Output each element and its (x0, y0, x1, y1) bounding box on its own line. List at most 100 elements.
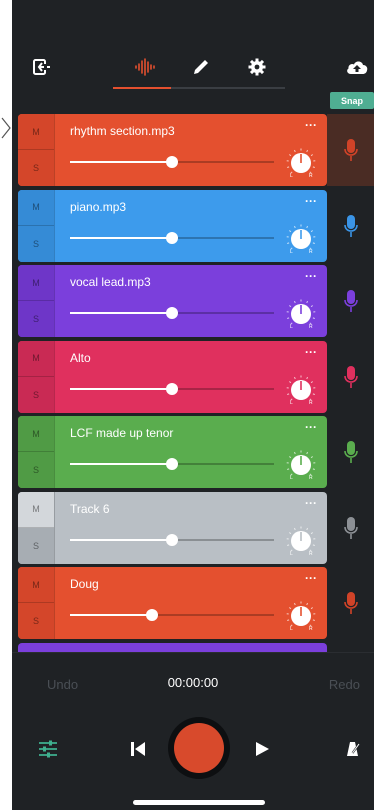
volume-thumb[interactable] (166, 307, 178, 319)
track-row[interactable]: M S Track 6 ··· L R (18, 491, 327, 564)
mute-button[interactable]: M (18, 416, 54, 452)
solo-button[interactable]: S (18, 150, 54, 186)
more-options-icon[interactable]: ··· (305, 118, 317, 132)
svg-text:R: R (309, 475, 313, 480)
pan-knob[interactable]: L R (286, 299, 316, 330)
track-name[interactable]: Alto (70, 351, 91, 365)
volume-fill (70, 614, 152, 616)
solo-button[interactable]: S (18, 603, 54, 639)
svg-text:L: L (290, 324, 293, 329)
track-row[interactable]: M S rhythm section.mp3 ··· L R (18, 114, 327, 186)
track-row[interactable]: M S piano.mp3 ··· L R (18, 189, 327, 262)
pan-knob[interactable]: L R (286, 601, 316, 632)
pan-knob[interactable]: L R (286, 148, 316, 179)
pencil-icon[interactable] (188, 54, 214, 80)
volume-slider[interactable] (70, 231, 274, 244)
more-options-icon[interactable]: ··· (305, 496, 317, 510)
metronome-icon[interactable] (342, 739, 362, 759)
volume-fill (70, 463, 172, 465)
track-row[interactable]: M S vocal lead.mp3 ··· L R (18, 265, 327, 337)
record-arm-mic-icon[interactable] (327, 114, 374, 186)
volume-slider[interactable] (70, 156, 274, 168)
mute-button[interactable]: M (18, 265, 54, 301)
volume-slider[interactable] (70, 307, 274, 319)
volume-thumb[interactable] (166, 533, 178, 546)
mute-button[interactable]: M (18, 340, 54, 377)
solo-button[interactable]: S (18, 377, 54, 413)
volume-thumb[interactable] (166, 156, 178, 168)
mute-solo-group: M S (18, 567, 54, 639)
svg-text:L: L (290, 173, 293, 178)
svg-text:L: L (290, 249, 293, 254)
cloud-upload-icon[interactable] (343, 54, 371, 80)
volume-fill (70, 312, 172, 314)
mute-button[interactable]: M (18, 189, 54, 226)
track-name[interactable]: vocal lead.mp3 (70, 275, 151, 289)
volume-thumb[interactable] (166, 458, 178, 470)
track-row[interactable]: M S Alto ··· L R (18, 340, 327, 413)
time-display: 00:00:00 (167, 675, 219, 690)
exit-icon[interactable] (28, 54, 54, 80)
volume-slider[interactable] (70, 458, 274, 470)
track-name[interactable]: LCF made up tenor (70, 426, 173, 440)
svg-text:R: R (309, 626, 313, 631)
volume-thumb[interactable] (145, 609, 158, 621)
svg-text:L: L (290, 400, 293, 405)
mute-button[interactable]: M (18, 114, 54, 150)
track-name[interactable]: Track 6 (70, 502, 110, 516)
record-arm-mic-icon[interactable] (327, 190, 374, 262)
volume-fill (70, 161, 172, 163)
pan-knob[interactable]: L R (286, 224, 316, 255)
track-name[interactable]: piano.mp3 (70, 200, 126, 214)
more-options-icon[interactable]: ··· (305, 571, 317, 585)
mic-column (327, 112, 374, 652)
solo-button[interactable]: S (18, 452, 54, 488)
redo-button[interactable]: Redo (329, 677, 360, 692)
record-arm-mic-icon[interactable] (327, 416, 374, 488)
record-button[interactable] (168, 717, 230, 779)
more-options-icon[interactable]: ··· (305, 194, 317, 208)
mixer-sliders-icon[interactable] (38, 739, 58, 759)
edge-chevron-icon[interactable] (0, 116, 12, 140)
gear-icon[interactable] (244, 54, 270, 80)
volume-fill (70, 387, 172, 390)
more-options-icon[interactable]: ··· (305, 269, 317, 283)
record-arm-mic-icon[interactable] (327, 341, 374, 413)
snap-toggle[interactable]: Snap (330, 92, 374, 109)
more-options-icon[interactable]: ··· (305, 420, 317, 434)
record-arm-mic-icon[interactable] (327, 265, 374, 337)
play-icon[interactable] (252, 739, 272, 759)
record-arm-mic-icon[interactable] (327, 492, 374, 564)
track-row-partial[interactable] (18, 642, 327, 652)
record-arm-mic-icon[interactable] (327, 567, 374, 639)
track-name[interactable]: rhythm section.mp3 (70, 124, 175, 138)
volume-slider[interactable] (70, 533, 274, 546)
mute-solo-group: M S (18, 340, 54, 413)
volume-slider[interactable] (70, 609, 274, 621)
track-list: M S rhythm section.mp3 ··· L R M S piano… (12, 112, 374, 652)
track-row[interactable]: M S Doug ··· L R (18, 567, 327, 639)
svg-text:L: L (290, 626, 293, 631)
more-options-icon[interactable]: ··· (305, 345, 317, 359)
volume-slider[interactable] (70, 382, 274, 395)
divider (54, 491, 55, 564)
volume-thumb[interactable] (166, 231, 178, 244)
waveform-icon[interactable] (132, 54, 158, 80)
pan-knob[interactable]: L R (286, 526, 316, 557)
mute-button[interactable]: M (18, 491, 54, 528)
solo-button[interactable]: S (18, 301, 54, 337)
track-row[interactable]: M S LCF made up tenor ··· L R (18, 416, 327, 488)
divider (54, 340, 55, 413)
divider (54, 567, 55, 639)
mute-button[interactable]: M (18, 567, 54, 603)
solo-button[interactable]: S (18, 226, 54, 262)
volume-fill (70, 538, 172, 541)
volume-thumb[interactable] (166, 382, 178, 395)
track-name[interactable]: Doug (70, 577, 99, 591)
pan-knob[interactable]: L R (286, 375, 316, 406)
pan-knob[interactable]: L R (286, 450, 316, 481)
tab-underline-active (113, 87, 171, 89)
solo-button[interactable]: S (18, 528, 54, 564)
svg-text:R: R (309, 249, 313, 254)
skip-back-icon[interactable] (128, 739, 148, 759)
